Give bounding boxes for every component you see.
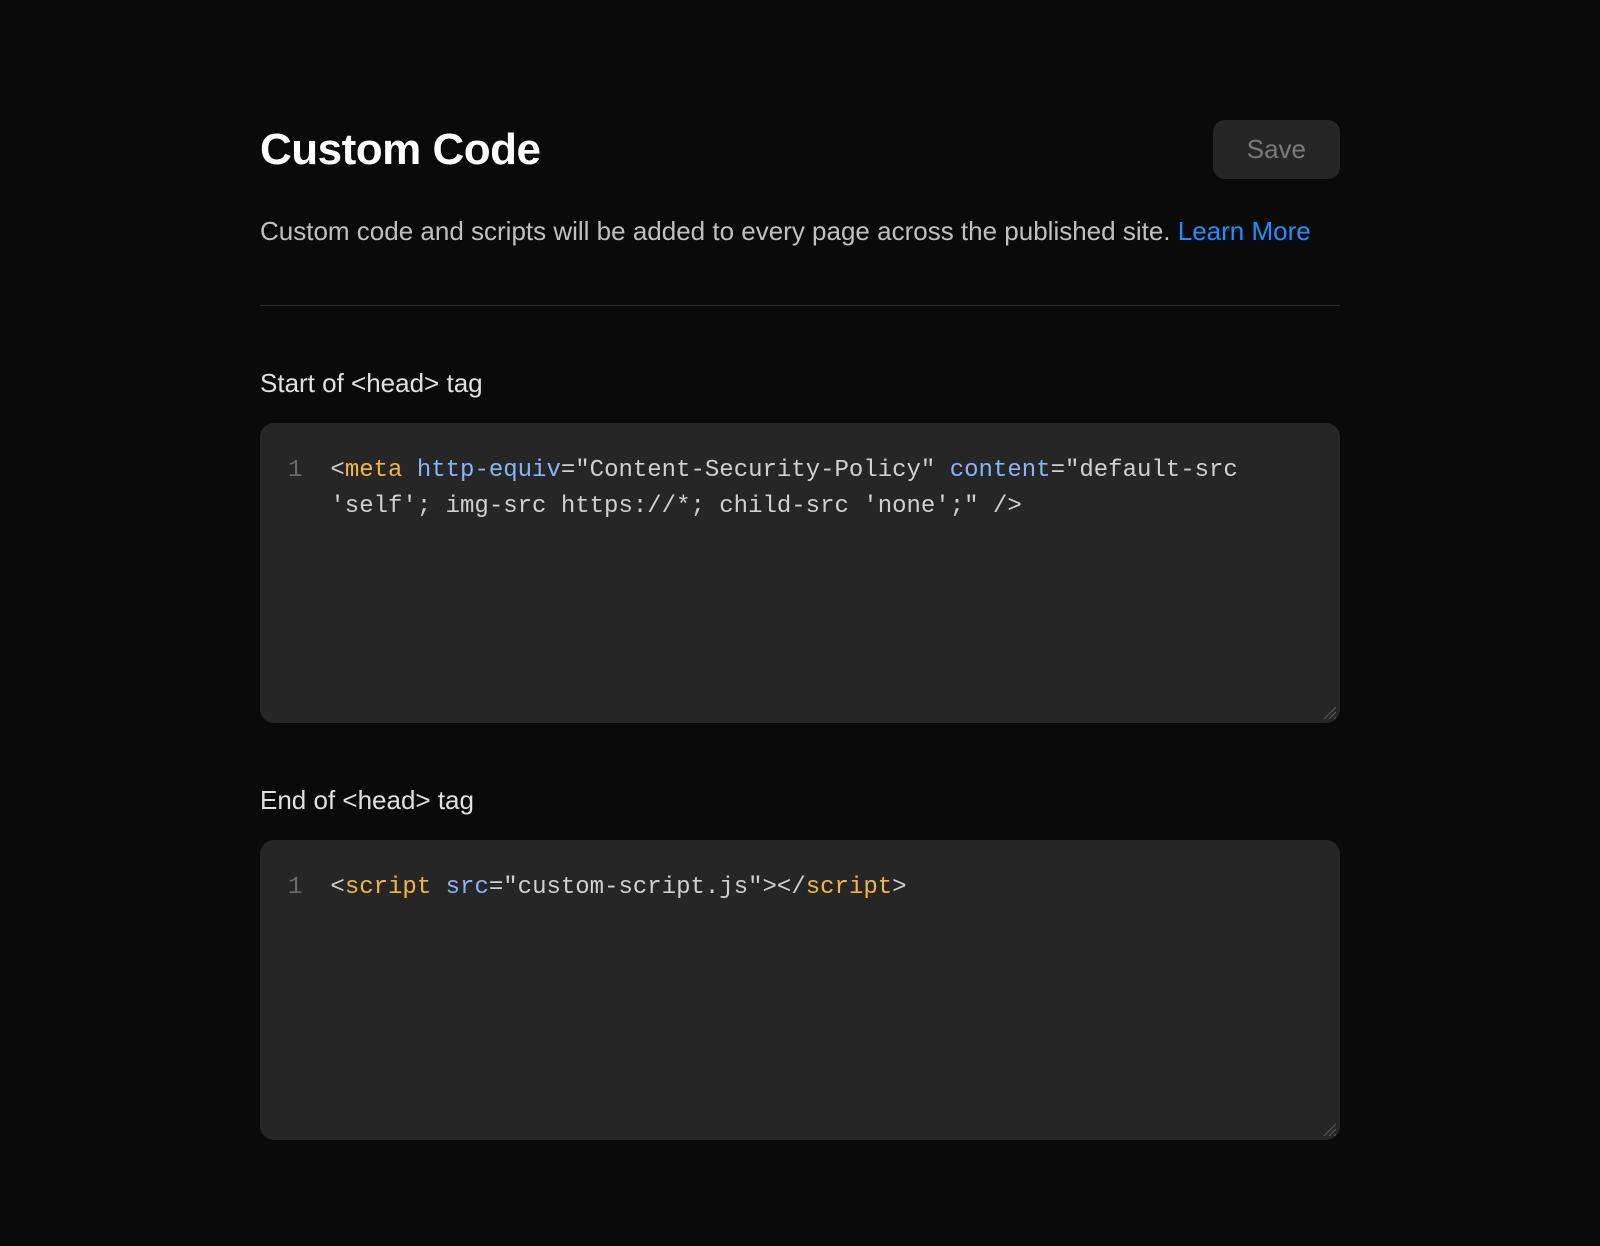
- section-label-head-end: End of <head> tag: [260, 785, 1340, 816]
- code-token: =: [489, 874, 503, 901]
- code-token: meta: [345, 457, 403, 484]
- section-label-head-start: Start of <head> tag: [260, 368, 1340, 399]
- line-gutter: 1: [260, 840, 320, 1140]
- code-token: src: [446, 874, 489, 901]
- line-number: 1: [288, 870, 302, 906]
- code-token: <: [330, 874, 344, 901]
- code-token: http-equiv: [417, 457, 561, 484]
- section-head-start: Start of <head> tag 1 <meta http-equiv="…: [260, 368, 1340, 723]
- code-token: script: [806, 874, 892, 901]
- section-head-end: End of <head> tag 1 <script src="custom-…: [260, 785, 1340, 1140]
- code-token: "Content-Security-Policy": [575, 457, 935, 484]
- code-token: [935, 457, 949, 484]
- code-content-head-end[interactable]: <script src="custom-script.js"></script>: [320, 840, 1340, 1140]
- code-token: script: [345, 874, 431, 901]
- code-content-head-start[interactable]: <meta http-equiv="Content-Security-Polic…: [320, 423, 1340, 723]
- code-token: "custom-script.js": [503, 874, 762, 901]
- line-gutter: 1: [260, 423, 320, 723]
- code-token: ></: [763, 874, 806, 901]
- code-token: [431, 874, 445, 901]
- page-title: Custom Code: [260, 125, 541, 175]
- code-token: =: [561, 457, 575, 484]
- header-row: Custom Code Save: [260, 120, 1340, 179]
- divider: [260, 305, 1340, 306]
- code-token: <: [330, 457, 344, 484]
- code-token: [402, 457, 416, 484]
- code-token: >: [892, 874, 906, 901]
- code-editor-head-end[interactable]: 1 <script src="custom-script.js"></scrip…: [260, 840, 1340, 1140]
- description-body: Custom code and scripts will be added to…: [260, 216, 1178, 246]
- settings-panel: Custom Code Save Custom code and scripts…: [260, 0, 1340, 1140]
- learn-more-link[interactable]: Learn More: [1178, 216, 1311, 246]
- code-token: />: [979, 493, 1022, 520]
- line-number: 1: [288, 453, 302, 489]
- code-token: content: [950, 457, 1051, 484]
- code-token: =: [1051, 457, 1065, 484]
- save-button[interactable]: Save: [1213, 120, 1340, 179]
- code-editor-head-start[interactable]: 1 <meta http-equiv="Content-Security-Pol…: [260, 423, 1340, 723]
- description-text: Custom code and scripts will be added to…: [260, 213, 1340, 249]
